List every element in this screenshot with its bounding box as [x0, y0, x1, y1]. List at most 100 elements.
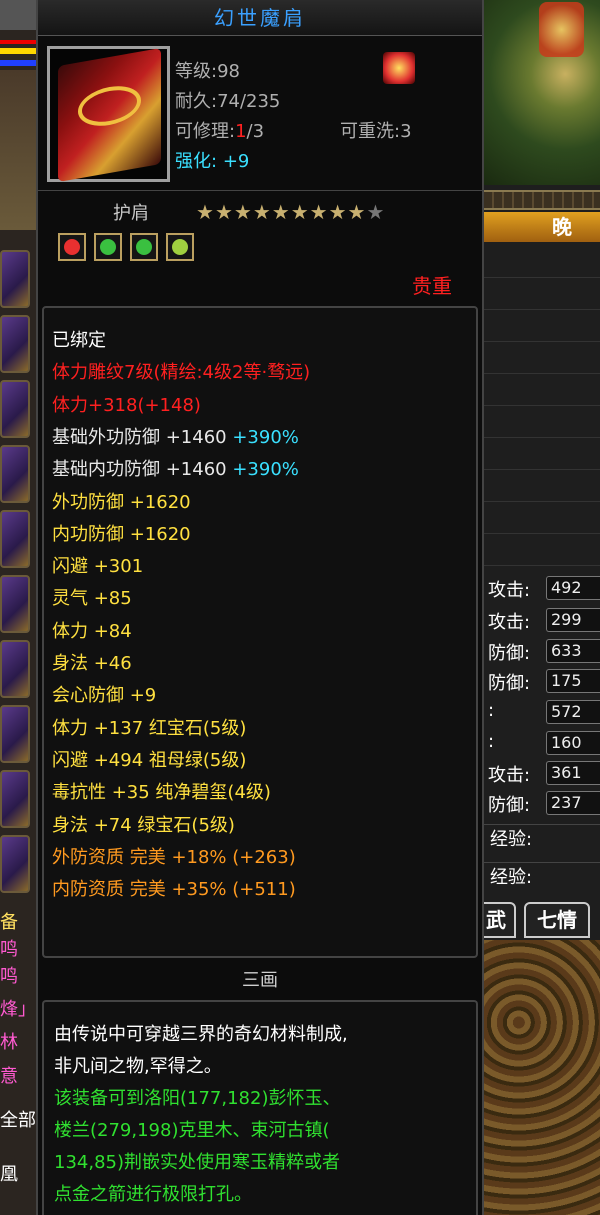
description-line: 点金之箭进行极限打孔。 — [54, 1184, 252, 1205]
left-portrait — [0, 70, 36, 230]
left-energy-bar — [0, 48, 36, 54]
star-icon: ★ — [290, 200, 310, 224]
left-hp-bar — [0, 40, 36, 44]
gem-socket-icon — [58, 233, 86, 261]
stat-label: : — [488, 700, 495, 721]
rarity-label: 贵重 — [412, 274, 452, 298]
attribute-line: 体力 +137 红宝石(5级) — [52, 717, 247, 739]
attribute-line: 体力 +84 — [52, 620, 132, 642]
repairable-used: 1 — [235, 121, 247, 142]
description-line: 楼兰(279,198)克里木、束河古镇( — [54, 1120, 330, 1141]
description-line: 该装备可到洛阳(177,182)彭怀玉、 — [54, 1088, 341, 1109]
stat-row: 防御: 175 — [484, 666, 600, 696]
stat-row: : 160 — [484, 728, 600, 758]
stat-label: 攻击: — [488, 612, 531, 633]
evening-tab[interactable]: 晚 — [484, 212, 600, 242]
left-text: 林 — [0, 1032, 18, 1053]
panel-row — [484, 536, 600, 566]
star-icon: ★ — [196, 200, 215, 224]
attribute-line: 体力雕纹7级(精绘:4级2等·骛远) — [52, 362, 311, 384]
left-text[interactable]: 凰 — [0, 1160, 18, 1186]
stat-value: 572 — [546, 700, 600, 724]
left-text[interactable]: 全部 — [0, 1106, 36, 1132]
right-character-panel: 晚 攻击: 492 攻击: 299 防御: 633 防御: 175 : 572 … — [484, 0, 600, 1215]
star-icon: ★ — [328, 200, 348, 224]
panel-row — [484, 248, 600, 278]
repairable-total: /3 — [246, 121, 265, 142]
fire-element-icon — [383, 52, 415, 84]
star-icon: ★ — [309, 200, 329, 224]
left-text: 备 — [0, 912, 18, 933]
star-rating: ★★★★★★★★★★ — [196, 200, 385, 224]
attribute-line: 外功防御 +1620 — [52, 491, 191, 513]
panel-row — [484, 312, 600, 342]
attribute-line: 基础内功防御 +1460 +390% — [52, 459, 299, 481]
attribute-line: 身法 +46 — [52, 653, 132, 674]
star-icon: ★ — [347, 200, 367, 224]
stat-value: 299 — [546, 608, 600, 632]
inventory-slot[interactable] — [0, 835, 30, 893]
stat-value: 361 — [546, 761, 600, 785]
panel-row — [484, 376, 600, 406]
stat-label: 防御: — [488, 795, 531, 816]
left-background-panel: 备 鸣 鸣 烽」 林 意 全部 凰 — [0, 0, 36, 1215]
stat-value: 175 — [546, 669, 600, 693]
stat-value: 492 — [546, 576, 600, 600]
attribute-line: 灵气 +85 — [52, 588, 132, 610]
left-bar — [0, 0, 36, 30]
event-banner-image[interactable] — [484, 0, 600, 185]
inventory-slot[interactable] — [0, 315, 30, 373]
scene-background — [484, 940, 600, 1215]
left-mana-bar — [0, 60, 36, 66]
inventory-slot[interactable] — [0, 510, 30, 568]
attribute-line: 已绑定 — [52, 330, 106, 351]
stat-label: 防御: — [488, 673, 531, 694]
gem-sockets — [58, 233, 202, 263]
tab-emotions[interactable]: 七情 — [524, 902, 590, 938]
enhance-value: +9 — [222, 151, 250, 172]
inventory-slot[interactable] — [0, 640, 30, 698]
inventory-slot[interactable] — [0, 445, 30, 503]
left-text: 鸣 — [0, 939, 18, 960]
stat-row: 防御: 237 — [484, 788, 600, 818]
stat-label: 攻击: — [488, 580, 531, 601]
left-text: 意 — [0, 1066, 18, 1087]
panel-row — [484, 408, 600, 438]
panel-row — [484, 344, 600, 374]
attribute-line: 闪避 +301 — [52, 556, 144, 578]
stat-row: 防御: 633 — [484, 636, 600, 666]
experience-label: 经验: — [484, 862, 600, 892]
item-level: 等级:98 — [175, 61, 240, 82]
gem-socket-icon — [94, 233, 122, 261]
stat-row: 攻击: 492 — [484, 573, 600, 603]
inventory-slot[interactable] — [0, 575, 30, 633]
attribute-line: 会心防御 +9 — [52, 685, 157, 707]
attribute-line: 基础外功防御 +1460 +390% — [52, 426, 299, 448]
shoulder-armor-icon — [58, 47, 161, 183]
tab-martial[interactable]: 武 — [484, 902, 516, 938]
description-line: 由传说中可穿越三界的奇幻材料制成, — [54, 1024, 348, 1045]
panel-row — [484, 504, 600, 534]
item-durability: 耐久:74/235 — [175, 91, 281, 112]
attribute-line: 内功防御 +1620 — [52, 523, 191, 545]
lantern-icon — [539, 2, 584, 57]
panel-row — [484, 472, 600, 502]
panel-row — [484, 280, 600, 310]
star-icon: ★ — [271, 200, 291, 224]
star-icon: ★ — [366, 200, 386, 224]
inventory-slot[interactable] — [0, 770, 30, 828]
description-line: 134,85)荆嵌实处使用寒玉精粹或者 — [54, 1152, 341, 1173]
attribute-line: 体力+318(+148) — [52, 394, 201, 416]
inventory-slot[interactable] — [0, 380, 30, 438]
star-icon: ★ — [252, 200, 272, 224]
inventory-slot[interactable] — [0, 705, 30, 763]
item-title: 幻世魔肩 — [38, 0, 482, 36]
attribute-line: 毒抗性 +35 纯净碧玺(4级) — [52, 782, 271, 804]
stat-label: : — [488, 731, 495, 752]
star-icon: ★ — [233, 200, 253, 224]
enhance-label: 强化: — [175, 151, 218, 172]
stat-row: 攻击: 361 — [484, 758, 600, 788]
left-text: 鸣 — [0, 966, 18, 987]
stat-value: 633 — [546, 639, 600, 663]
inventory-slot[interactable] — [0, 250, 30, 308]
